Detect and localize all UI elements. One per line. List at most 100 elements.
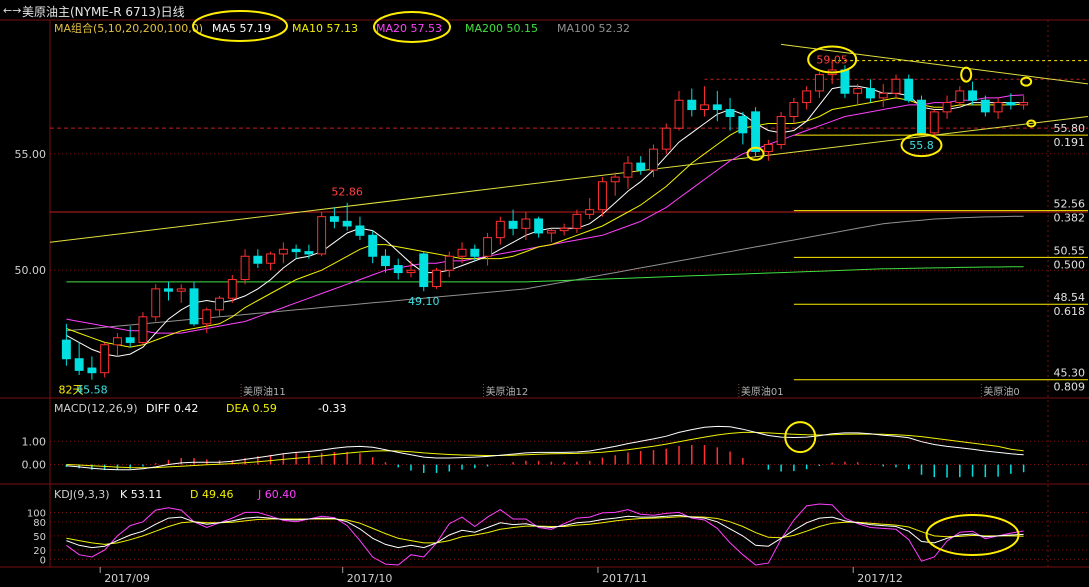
candle-body: [470, 248, 480, 257]
candle: [623, 156, 633, 189]
ma20-line: [66, 94, 1024, 334]
candle-body: [534, 218, 544, 234]
fib-price-label: 52.56: [1054, 198, 1086, 211]
candle-body: [878, 92, 888, 99]
candle-body: [483, 237, 493, 257]
kdj-d-line: [66, 516, 1024, 545]
kdj-j-line: [66, 503, 1024, 566]
candle-body: [955, 90, 965, 104]
candle: [317, 212, 327, 257]
macd-diff-line: [66, 425, 1024, 471]
candle-body: [687, 99, 697, 111]
candle-body: [304, 251, 314, 255]
candle: [176, 284, 186, 303]
kdj-tick-label: 80: [33, 518, 46, 529]
candle: [968, 81, 978, 105]
candle-body: [419, 253, 429, 288]
fib-price-label: 55.80: [1054, 122, 1086, 135]
candle: [253, 249, 263, 268]
macd-tick-label: 0.00: [22, 459, 47, 472]
candle-body: [342, 220, 352, 227]
candle-body: [546, 230, 556, 234]
annotation-ellipse: [1020, 76, 1033, 87]
candle-body: [968, 90, 978, 101]
candle: [393, 258, 403, 280]
price-tick-label: 55.00: [15, 148, 47, 161]
candle: [789, 97, 799, 124]
kdj-tick-label: 0: [40, 555, 46, 566]
fib-ratio-label: 0.191: [1054, 136, 1086, 149]
ma-legend-item: MA组合(5,10,20,200,100,0): [54, 21, 203, 35]
contract-label: 美原油01: [741, 385, 784, 398]
candle-body: [929, 111, 939, 134]
price-label: 49.10: [408, 295, 440, 308]
candle-body: [329, 216, 339, 222]
candle-body: [432, 269, 441, 288]
candle: [610, 172, 620, 196]
candle-body: [636, 162, 646, 171]
candle-body: [891, 78, 901, 94]
fib-price-label: 45.30: [1054, 367, 1086, 380]
candle-body: [980, 99, 990, 113]
candle: [738, 111, 748, 145]
candle: [929, 109, 939, 136]
candle-body: [751, 111, 761, 152]
candle-body: [776, 116, 786, 145]
price-label: 55.8: [909, 139, 934, 152]
candle: [355, 216, 365, 240]
ma-legend-item: MA10 57.13: [292, 22, 358, 35]
candle-body: [189, 288, 199, 325]
candle: [1019, 95, 1029, 110]
x-axis-label: 2017/11: [602, 572, 648, 585]
candle: [585, 198, 595, 219]
candle-body: [814, 74, 824, 92]
candle-body: [278, 248, 288, 255]
fib-ratio-label: 0.809: [1054, 381, 1086, 394]
kdj-legend-item: J 60.40: [257, 488, 296, 501]
candle: [495, 216, 505, 245]
candle-body: [444, 255, 454, 271]
candle: [432, 267, 441, 289]
kdj-legend-item: KDJ(9,3,3): [54, 488, 110, 501]
candle: [559, 223, 569, 236]
candle: [164, 281, 173, 301]
candle-body: [381, 255, 390, 267]
x-axis-label: 2017/12: [857, 572, 903, 585]
fib-price-label: 48.54: [1054, 291, 1086, 304]
candle-body: [738, 116, 748, 134]
kdj-k-line: [66, 514, 1024, 549]
candle: [125, 326, 135, 348]
candle-body: [457, 248, 467, 257]
candle-body: [74, 358, 84, 371]
candle: [329, 207, 339, 229]
candle: [891, 74, 901, 98]
candle-body: [661, 127, 671, 150]
candle: [508, 209, 518, 236]
candle: [227, 274, 237, 303]
candle-body: [253, 255, 263, 264]
candle-body: [368, 234, 378, 257]
price-tick-label: 50.00: [15, 264, 47, 277]
kdj-legend-item: D 49.46: [190, 488, 233, 501]
macd-legend-item: DEA 0.59: [226, 402, 277, 415]
candle: [866, 79, 875, 103]
candle-body: [266, 253, 276, 264]
candle: [100, 342, 110, 378]
candle: [87, 356, 97, 380]
candlestick-chart[interactable]: 50.0055.00美原油11 美原油12 美原油01 美原油055.800.1915…: [0, 0, 1089, 587]
candle: [674, 90, 684, 131]
candle-body: [100, 344, 110, 374]
candle: [278, 242, 288, 264]
candle-body: [151, 288, 161, 318]
candle-body: [674, 99, 684, 129]
x-axis-label: 2017/10: [347, 572, 393, 585]
candle-body: [942, 102, 952, 113]
candle-body: [227, 279, 237, 299]
fib-ratio-label: 0.382: [1054, 212, 1086, 225]
candle-body: [610, 176, 620, 183]
candle-body: [508, 220, 518, 229]
candle: [266, 251, 276, 271]
candle: [368, 230, 378, 264]
candle-body: [712, 104, 722, 111]
price-label: 45.58: [76, 384, 108, 397]
